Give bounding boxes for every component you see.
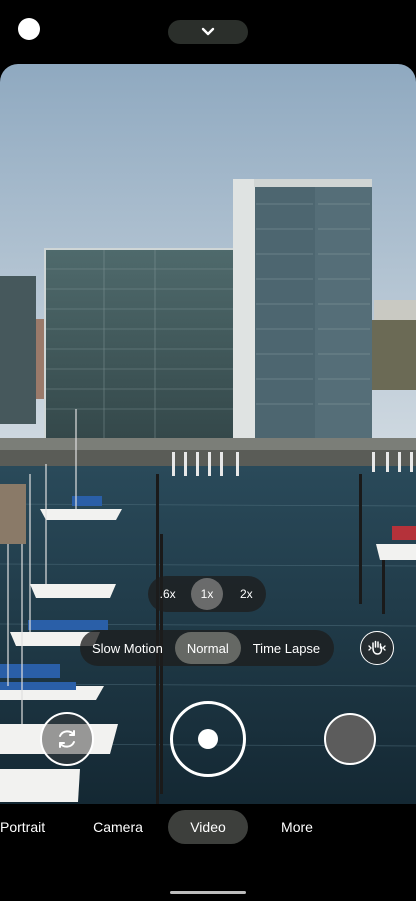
zoom-option-1x[interactable]: 1x [190, 578, 223, 610]
record-button[interactable] [170, 701, 246, 777]
record-button-icon [198, 729, 218, 749]
mode-time-lapse[interactable]: Time Lapse [241, 632, 332, 664]
chevron-down-icon [201, 27, 215, 36]
camera-mode-tabs: Portrait Camera Video More [0, 806, 416, 848]
tab-more[interactable]: More [272, 810, 322, 844]
mode-slow-motion[interactable]: Slow Motion [80, 632, 175, 664]
home-indicator[interactable] [170, 891, 246, 894]
gallery-thumbnail[interactable] [324, 713, 376, 765]
stabilization-button[interactable] [360, 631, 394, 665]
zoom-option-2x[interactable]: 2x [230, 578, 262, 610]
stabilization-hand-icon [368, 640, 386, 655]
zoom-option-0-6x[interactable]: .6x [152, 578, 184, 610]
viewfinder-scene [0, 64, 416, 804]
mode-normal[interactable]: Normal [174, 632, 241, 664]
camera-viewfinder[interactable] [0, 64, 416, 804]
top-bar [0, 0, 416, 64]
tab-portrait[interactable]: Portrait [0, 810, 58, 844]
switch-camera-button[interactable] [40, 712, 94, 766]
expand-settings-button[interactable] [168, 20, 248, 44]
tab-camera[interactable]: Camera [86, 810, 150, 844]
video-mode-selector: Slow Motion Normal Time Lapse [80, 630, 334, 666]
camera-switch-icon [59, 730, 75, 748]
status-dot-icon [18, 18, 40, 40]
zoom-selector: .6x 1x 2x [148, 576, 266, 612]
tab-video[interactable]: Video [168, 810, 248, 844]
